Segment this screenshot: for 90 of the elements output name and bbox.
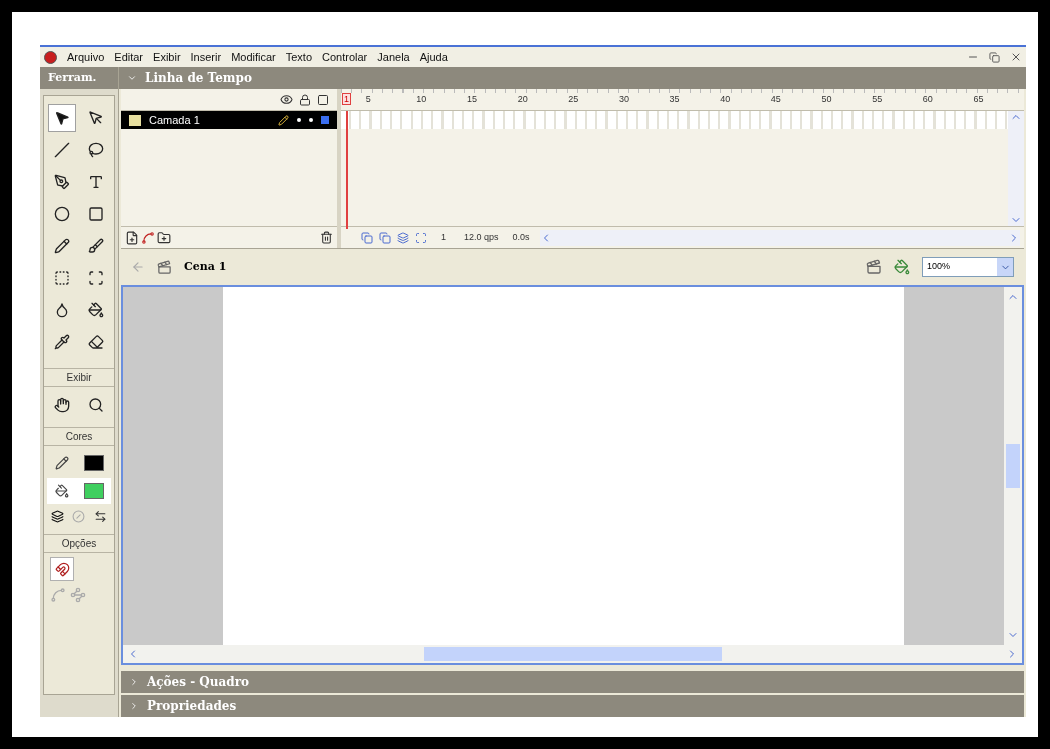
brush-icon <box>88 238 104 254</box>
frame-number: 10 <box>416 92 428 106</box>
menu-item[interactable]: Modificar <box>231 48 276 66</box>
eraser-icon <box>88 334 104 350</box>
menu-item[interactable]: Exibir <box>153 48 181 66</box>
outline-icon[interactable] <box>317 93 329 106</box>
frame-number: 25 <box>568 92 580 106</box>
magnet-icon <box>54 561 70 577</box>
panel-header[interactable]: Ações - Quadro <box>121 671 1024 693</box>
frame-number: 40 <box>720 92 732 106</box>
timeline-header[interactable]: Linha de Tempo <box>119 67 1026 89</box>
color-swatch[interactable] <box>83 455 104 471</box>
vertical-scrollbar[interactable] <box>1004 287 1022 645</box>
fill-transform-icon <box>88 270 104 286</box>
snap-button[interactable] <box>50 557 74 581</box>
bucket-icon <box>88 302 104 318</box>
scene-icon <box>157 259 172 275</box>
current-frame: 1 <box>433 230 454 245</box>
menu-item[interactable]: Inserir <box>190 48 222 66</box>
transform-icon <box>54 270 70 286</box>
ink-bottle-icon <box>54 302 70 318</box>
dot-icon[interactable] <box>297 118 301 122</box>
section-label: Opções <box>44 534 114 553</box>
arrow-tool[interactable] <box>48 104 76 132</box>
zoom-icon <box>88 397 104 413</box>
add-folder-icon[interactable] <box>157 230 171 245</box>
toolbar-header[interactable]: Ferram. <box>40 67 118 89</box>
arrow-icon <box>54 110 70 126</box>
oval-icon <box>54 206 70 222</box>
layer-row[interactable]: Camada 1 <box>121 111 337 129</box>
frame-number: 20 <box>517 92 529 106</box>
frame-number: 5 <box>365 92 372 106</box>
eyedropper-icon <box>54 334 70 350</box>
lasso-icon <box>88 142 104 158</box>
frame-number: 45 <box>770 92 782 106</box>
frame-rate: 12.0 qps <box>463 230 500 244</box>
no-color-icon[interactable] <box>72 509 86 523</box>
line-icon <box>54 142 70 158</box>
dot-icon[interactable] <box>309 118 313 122</box>
fill-icon <box>54 484 69 498</box>
app-icon <box>44 50 57 64</box>
stroke-icon <box>54 456 69 470</box>
scroll-thumb[interactable] <box>423 647 722 661</box>
fill-color-row[interactable] <box>47 478 111 504</box>
subselect-icon <box>88 110 104 126</box>
section-label: Exibir <box>44 368 114 387</box>
delete-layer-icon[interactable] <box>320 231 333 244</box>
section-label: Cores <box>44 427 114 446</box>
menu-item[interactable]: Texto <box>285 48 313 66</box>
frame-number: 15 <box>467 92 478 106</box>
text-icon <box>88 174 104 190</box>
frame-ruler[interactable]: 1 5 10 15 20 25 30 35 40 45 50 55 60 65 <box>341 89 1024 111</box>
zoom-dropdown[interactable]: 100% <box>922 257 1014 277</box>
menu-item[interactable]: Arquivo <box>67 48 105 66</box>
edit-symbol-icon[interactable] <box>894 259 910 275</box>
panel-header[interactable]: Propriedades <box>121 695 1024 717</box>
pen-icon <box>54 174 70 190</box>
menu-item[interactable]: Janela <box>377 48 410 66</box>
eye-icon[interactable] <box>280 93 293 106</box>
hand-icon <box>54 397 70 413</box>
menu-item[interactable]: Controlar <box>322 48 368 66</box>
pencil-icon <box>278 114 289 126</box>
layer-name: Camada 1 <box>149 112 201 128</box>
menu-item[interactable]: Editar <box>114 48 144 66</box>
onion-skin-icon[interactable] <box>361 231 373 244</box>
layer-icon <box>129 114 141 126</box>
menu-item[interactable]: Ajuda <box>419 48 448 66</box>
swap-colors-icon[interactable] <box>93 509 107 523</box>
add-guide-icon[interactable] <box>141 230 155 245</box>
elapsed-time: 0.0s <box>511 230 531 244</box>
close-icon[interactable] <box>1010 51 1022 63</box>
edit-scene-icon[interactable] <box>866 259 882 275</box>
frame-number: 30 <box>618 92 630 106</box>
onion-markers-icon[interactable] <box>415 231 427 244</box>
add-layer-icon[interactable] <box>125 230 139 245</box>
pencil-icon <box>54 238 70 254</box>
lock-icon[interactable] <box>299 93 311 106</box>
rectangle-icon <box>88 206 104 222</box>
frame-number: 55 <box>872 92 884 106</box>
frame-number: 1 <box>342 92 351 105</box>
frame-number: 60 <box>922 92 934 106</box>
frame-number: 35 <box>669 92 681 106</box>
onion-outline-icon[interactable] <box>379 231 391 244</box>
scene-name: Cena 1 <box>184 258 227 275</box>
restore-icon[interactable] <box>989 51 1000 63</box>
horizontal-scrollbar[interactable] <box>123 645 1022 663</box>
frame-number: 50 <box>821 92 833 106</box>
color-swatch[interactable] <box>83 483 104 499</box>
frame-number: 65 <box>973 92 985 106</box>
scroll-thumb[interactable] <box>1006 444 1020 488</box>
